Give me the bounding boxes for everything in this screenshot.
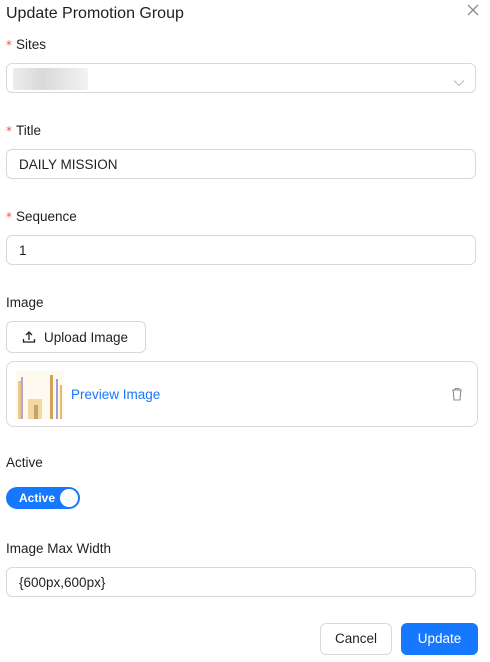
required-mark: * <box>6 210 12 224</box>
image-max-width-input[interactable]: {600px,600px} <box>6 567 476 597</box>
sequence-input-value: 1 <box>19 243 27 258</box>
cancel-button[interactable]: Cancel <box>320 623 392 655</box>
image-preview-card: Preview Image <box>6 361 478 427</box>
chevron-down-icon <box>453 74 465 92</box>
close-icon[interactable] <box>466 3 482 19</box>
preview-image-link[interactable]: Preview Image <box>71 387 160 402</box>
sites-label: * Sites <box>6 37 46 52</box>
upload-image-label: Upload Image <box>44 330 129 345</box>
image-thumbnail[interactable] <box>16 371 64 419</box>
image-max-width-value: {600px,600px} <box>19 575 106 590</box>
active-toggle-text: Active <box>19 491 56 505</box>
required-mark: * <box>6 38 12 52</box>
update-promotion-group-dialog: Update Promotion Group * Sites * Title DAI… <box>0 0 490 662</box>
dialog-title: Update Promotion Group <box>6 5 184 22</box>
sequence-label: * Sequence <box>6 209 77 224</box>
title-input-value: DAILY MISSION <box>19 157 118 172</box>
sequence-input[interactable]: 1 <box>6 235 476 265</box>
upload-image-button[interactable]: Upload Image <box>6 321 146 353</box>
image-label: Image <box>6 295 44 310</box>
upload-icon <box>22 330 36 347</box>
title-input[interactable]: DAILY MISSION <box>6 149 476 179</box>
required-mark: * <box>6 124 12 138</box>
title-label: * Title <box>6 123 41 138</box>
active-toggle[interactable]: Active <box>6 487 80 509</box>
update-button[interactable]: Update <box>401 623 478 655</box>
sequence-label-text: Sequence <box>16 209 77 224</box>
sites-select[interactable] <box>6 63 476 93</box>
title-label-text: Title <box>16 123 42 138</box>
active-label: Active <box>6 455 43 470</box>
delete-icon[interactable] <box>451 387 463 406</box>
selected-site-chip <box>13 68 88 90</box>
image-max-width-label: Image Max Width <box>6 541 112 556</box>
sites-label-text: Sites <box>16 37 47 52</box>
toggle-knob <box>60 489 78 507</box>
